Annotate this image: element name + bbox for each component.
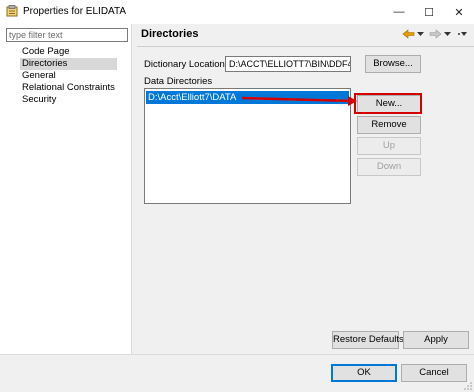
sidebar-item-relational-constraints[interactable]: Relational Constraints bbox=[20, 82, 117, 94]
sidebar-item-code-page[interactable]: Code Page bbox=[20, 46, 117, 58]
dictionary-location-label: Dictionary Location bbox=[144, 59, 225, 70]
apply-button[interactable]: Apply bbox=[403, 331, 469, 349]
filter-input[interactable]: type filter text bbox=[6, 28, 128, 42]
up-button[interactable]: Up bbox=[357, 137, 421, 155]
page-title: Directories bbox=[141, 28, 199, 40]
properties-icon bbox=[6, 5, 18, 17]
cancel-button[interactable]: Cancel bbox=[401, 364, 467, 382]
forward-arrow-icon[interactable] bbox=[428, 27, 442, 41]
down-button[interactable]: Down bbox=[357, 158, 421, 176]
maximize-button[interactable]: ☐ bbox=[414, 0, 444, 24]
dictionary-location-field[interactable]: D:\ACCT\ELLIOTT7\BIN\DDF40 bbox=[225, 56, 351, 72]
sidebar-item-general[interactable]: General bbox=[20, 70, 117, 82]
restore-defaults-button[interactable]: Restore Defaults bbox=[332, 331, 404, 349]
resize-grip-icon[interactable] bbox=[464, 382, 472, 390]
back-dropdown-icon[interactable] bbox=[416, 27, 424, 41]
annotation-highlight-box bbox=[354, 93, 422, 114]
close-button[interactable]: ✕ bbox=[444, 0, 474, 24]
ok-button[interactable]: OK bbox=[331, 364, 397, 382]
back-arrow-icon[interactable] bbox=[401, 27, 415, 41]
data-directories-label: Data Directories bbox=[144, 76, 213, 87]
minimize-button[interactable]: — bbox=[384, 0, 414, 24]
sidebar: type filter text Code Page Directories G… bbox=[0, 24, 132, 354]
header-divider bbox=[137, 46, 474, 47]
category-tree: Code Page Directories General Relational… bbox=[20, 46, 117, 106]
sidebar-item-directories[interactable]: Directories bbox=[20, 58, 117, 70]
sidebar-item-security[interactable]: Security bbox=[20, 94, 117, 106]
properties-page: Directories Dictionary Location D:\ACCT\… bbox=[137, 24, 474, 354]
forward-dropdown-icon[interactable] bbox=[443, 27, 451, 41]
remove-button[interactable]: Remove bbox=[357, 116, 421, 134]
view-menu-icon[interactable] bbox=[456, 27, 468, 41]
window-title: Properties for ELIDATA bbox=[23, 6, 126, 17]
list-item[interactable]: D:\Acct\Elliott7\DATA bbox=[146, 91, 349, 104]
title-bar: Properties for ELIDATA — ☐ ✕ bbox=[0, 0, 474, 24]
dialog-button-bar: OK Cancel bbox=[0, 354, 474, 392]
data-directories-list[interactable]: D:\Acct\Elliott7\DATA bbox=[144, 88, 351, 204]
properties-dialog: Properties for ELIDATA — ☐ ✕ type filter… bbox=[0, 0, 474, 392]
browse-button[interactable]: Browse... bbox=[365, 55, 421, 73]
